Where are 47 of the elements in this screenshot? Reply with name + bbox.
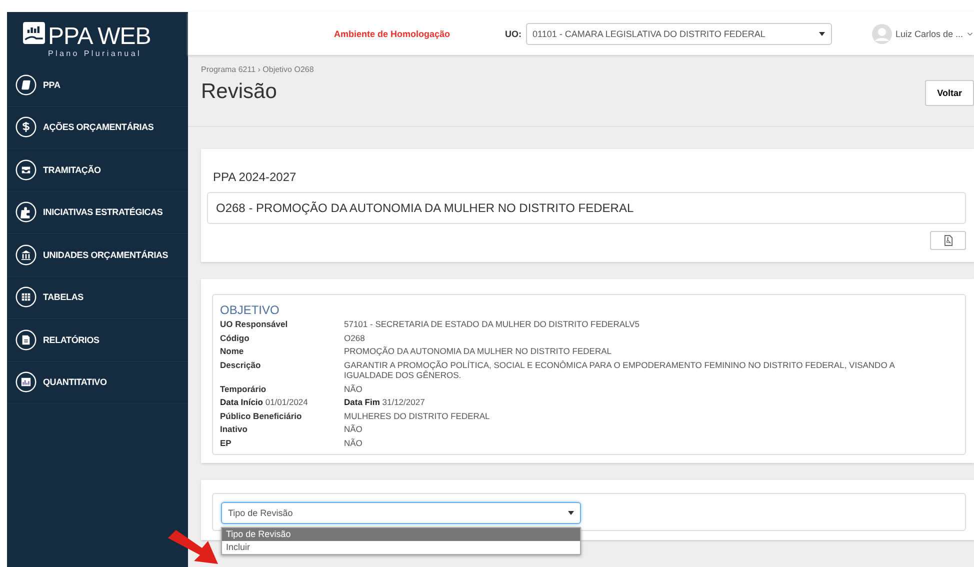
inbox-icon (15, 158, 37, 181)
field-value: PROMOÇÃO DA AUTONOMIA DA MULHER NO DISTRITO FEDERAL (344, 346, 612, 356)
bank-icon (15, 244, 37, 266)
objective-title: O268 - PROMOÇÃO DA AUTONOMIA DA MULHER NO DISTRITO FEDERAL (207, 192, 966, 224)
logo-subtitle: Plano Plurianual (48, 48, 142, 58)
caret-icon (568, 511, 574, 515)
field-value: GARANTIR A PROMOÇÃO POLÍTICA, SOCIAL E ECONÔMICA PARA O EMPODERAMENTO FEMININO NO DISTRITO FEDERAL, VISANDO A IGUALDADE DOS GÊNEROS. (344, 360, 896, 380)
field-label: Inativo (220, 424, 248, 434)
section-heading: OBJETIVO (220, 303, 280, 317)
start-date: Data Início 01/01/2024 (220, 397, 309, 408)
puzzle-icon (15, 201, 37, 224)
field-value: NÃO (344, 424, 364, 434)
uo-select[interactable]: 01101 - CAMARA LEGISLATIVA DO DISTRITO FEDERAL (526, 22, 832, 44)
back-button[interactable]: Voltar (925, 80, 974, 106)
bar-chart-icon (15, 371, 37, 394)
hand-chart-icon (23, 22, 45, 44)
field-value: 57101 - SECRETARIA DE ESTADO DA MULHER DO DISTRITO FEDERALV5 (344, 319, 641, 330)
field-label: Código (220, 332, 250, 343)
field-label: UO Responsável (220, 319, 289, 330)
chevron-down-icon[interactable] (967, 32, 974, 36)
uo-label: UO: (505, 28, 522, 38)
field-label: Nome (220, 346, 245, 356)
field-value: NÃO (344, 384, 364, 394)
field-label: Público Beneficiário (220, 410, 303, 421)
environment-label: Ambiente de Homologação (334, 28, 452, 38)
breadcrumb: Programa 6211 › Objetivo O268 (201, 65, 314, 74)
field-value: O268 (344, 332, 366, 343)
end-date: Data Fim 31/12/2027 (344, 397, 426, 408)
pdf-file-icon (944, 235, 952, 246)
caret-icon (818, 32, 824, 36)
field-value: MULHERES DO DISTRITO FEDERAL (344, 410, 491, 421)
field-value: NÃO (344, 438, 364, 448)
field-label: Temporário (220, 384, 268, 394)
table-icon (15, 286, 37, 308)
dollar-icon (15, 116, 37, 138)
dropdown-option[interactable]: Tipo de Revisão (222, 528, 580, 541)
field-label: EP (220, 438, 232, 448)
book-icon (15, 74, 37, 96)
field-label: Descrição (220, 360, 262, 372)
revision-type-select[interactable]: Tipo de Revisão (221, 502, 581, 524)
dropdown-option[interactable]: Incluir (222, 541, 580, 554)
document-icon (15, 328, 37, 351)
pdf-button[interactable] (930, 231, 966, 250)
page-title: Revisão (201, 80, 278, 104)
ppa-period: PPA 2024-2027 (213, 170, 298, 184)
logo-title: PPA WEB (48, 24, 151, 48)
user-name[interactable]: Luiz Carlos de ... (896, 28, 964, 38)
